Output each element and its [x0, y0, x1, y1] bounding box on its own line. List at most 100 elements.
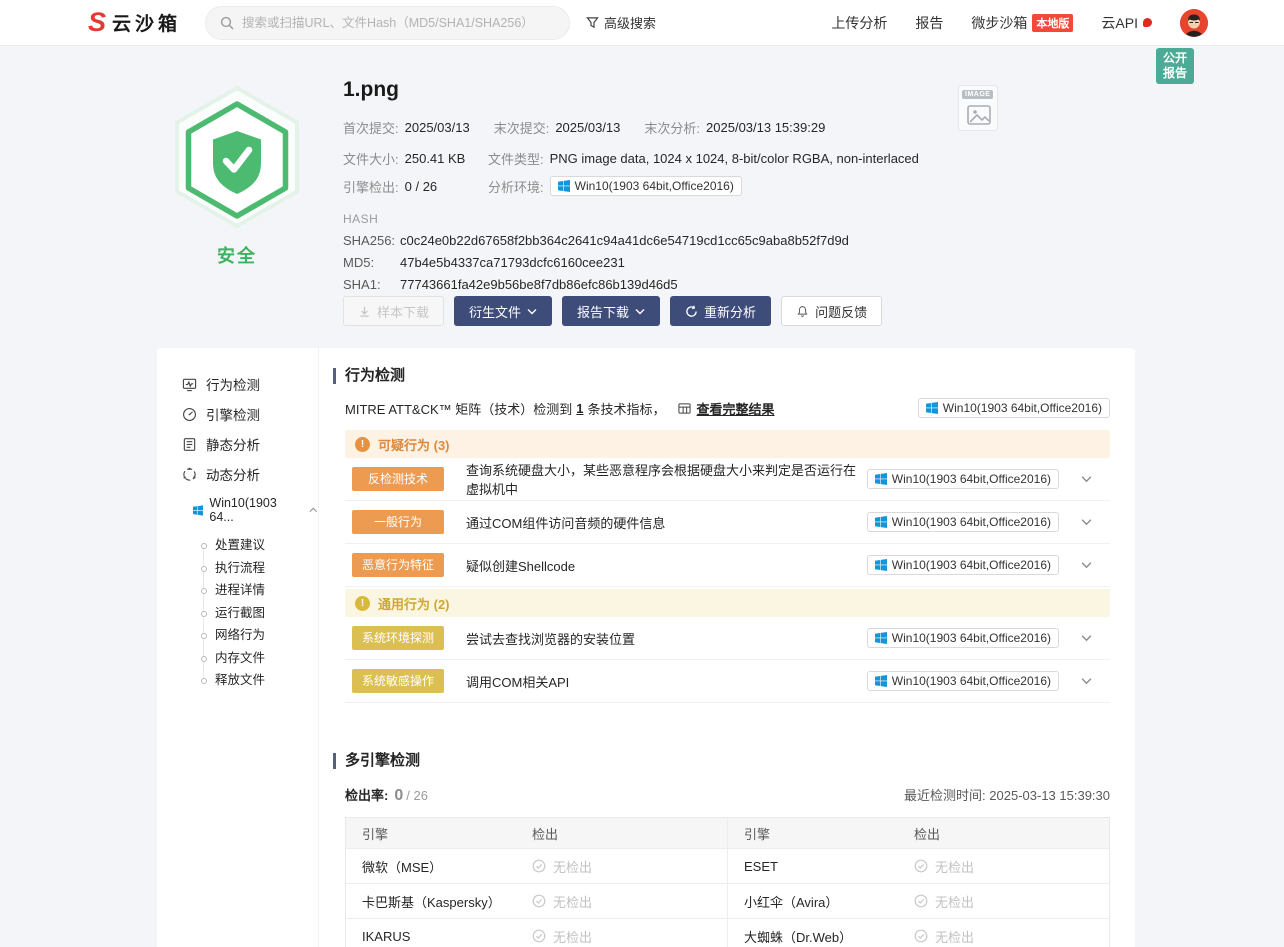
windows-logo-icon: [874, 516, 887, 528]
sidebar-subitem-process-detail[interactable]: 进程详情: [201, 579, 318, 602]
nav-reports[interactable]: 报告: [915, 13, 943, 33]
local-version-badge: 本地版: [1032, 13, 1074, 32]
sidebar-subitem-network[interactable]: 网络行为: [201, 624, 318, 647]
last-analysis-label: 末次分析:: [644, 121, 701, 136]
analysis-env-badge[interactable]: Win10(1903 64bit,Office2016): [549, 176, 742, 196]
user-avatar[interactable]: [1180, 8, 1208, 37]
engine-result: 无检出: [914, 857, 974, 876]
thumbnail-type-label: IMAGE: [962, 90, 994, 99]
sidebar-subitem-memory-files[interactable]: 内存文件: [201, 647, 318, 670]
behavior-row[interactable]: 系统敏感操作 调用COM相关API Win10(1903 64bit,Offic…: [345, 660, 1110, 703]
report-download-button[interactable]: 报告下载: [562, 296, 661, 326]
warning-icon: !: [355, 436, 370, 452]
sha256-label: SHA256:: [343, 233, 396, 248]
engine-table-row: 卡巴斯基（Kaspersky） 无检出 小红伞（Avira） 无检出: [346, 883, 1109, 918]
navbar-links: 上传分析 报告 微步沙箱 本地版 云API: [831, 8, 1208, 37]
row-env-badge[interactable]: Win10(1903 64bit,Office2016): [866, 555, 1059, 575]
behavior-desc: 调用COM相关API: [466, 674, 570, 690]
behavior-desc: 疑似创建Shellcode: [466, 558, 576, 574]
image-placeholder-icon: [967, 105, 991, 125]
md5-value: 47b4e5b4337ca71793dcfc6160cee231: [400, 255, 625, 270]
file-type-value: PNG image data, 1024 x 1024, 8-bit/color…: [549, 151, 919, 166]
search-bar[interactable]: [205, 5, 571, 40]
expand-chevron-icon[interactable]: [1081, 634, 1092, 642]
file-size-value: 250.41 KB: [404, 151, 466, 166]
sidebar-subitem-dropped-files[interactable]: 释放文件: [201, 669, 318, 692]
behavior-tag: 系统环境探测: [352, 626, 444, 650]
behavior-monitor-icon: [182, 378, 197, 391]
row-env-badge[interactable]: Win10(1903 64bit,Office2016): [866, 671, 1059, 691]
behavior-tag: 恶意行为特征: [352, 553, 444, 577]
last-submit-value: 2025/03/13: [555, 120, 621, 135]
engine-name: 大蜘蛛（Dr.Web）: [744, 929, 853, 945]
report-sidebar: 行为检测 引擎检测 静态分析 动态分析 Win10(1903 64... 处置建…: [157, 348, 319, 947]
nav-cloud-api[interactable]: 云API: [1101, 13, 1152, 33]
sidebar-subitem-disposal[interactable]: 处置建议: [201, 534, 318, 557]
sidebar-item-static[interactable]: 静态分析: [157, 436, 318, 453]
derived-files-button[interactable]: 衍生文件: [454, 296, 553, 326]
row-env-badge[interactable]: Win10(1903 64bit,Office2016): [866, 628, 1059, 648]
behavior-env-badge[interactable]: Win10(1903 64bit,Office2016): [917, 398, 1110, 418]
expand-chevron-icon[interactable]: [1081, 475, 1092, 483]
behavior-row[interactable]: 一般行为 通过COM组件访问音频的硬件信息 Win10(1903 64bit,O…: [345, 501, 1110, 544]
refresh-icon: [686, 305, 697, 317]
windows-logo-icon: [925, 402, 938, 414]
feedback-button[interactable]: 问题反馈: [781, 296, 883, 326]
row-env-badge[interactable]: Win10(1903 64bit,Office2016): [866, 512, 1059, 532]
sidebar-item-engine[interactable]: 引擎检测: [157, 406, 318, 423]
row-env-badge[interactable]: Win10(1903 64bit,Office2016): [866, 469, 1059, 489]
expand-chevron-icon[interactable]: [1081, 561, 1092, 569]
search-input[interactable]: [242, 15, 556, 30]
windows-logo-icon: [874, 675, 887, 687]
file-name: 1.png: [343, 78, 399, 101]
advanced-search-button[interactable]: 高级搜索: [586, 13, 656, 32]
top-navbar: S 云沙箱 高级搜索 上传分析 报告 微步沙箱 本地版 云API: [0, 0, 1284, 46]
dynamic-analysis-icon: [183, 467, 196, 481]
expand-chevron-icon[interactable]: [1081, 677, 1092, 685]
sample-download-button[interactable]: 样本下载: [343, 296, 445, 326]
windows-logo-icon: [557, 180, 570, 192]
behavior-desc: 尝试去查找浏览器的安装位置: [466, 631, 636, 647]
nav-upload-analysis[interactable]: 上传分析: [831, 13, 887, 33]
engine-name: ESET: [744, 858, 778, 874]
expand-chevron-icon[interactable]: [1081, 518, 1092, 526]
behavior-tag: 系统敏感操作: [352, 669, 444, 693]
brand-s-icon: S: [88, 7, 107, 37]
sidebar-item-behavior[interactable]: 行为检测: [157, 376, 318, 393]
brand-logo[interactable]: S 云沙箱: [88, 9, 181, 36]
engine-result: 无检出: [532, 857, 592, 876]
report-header: 公开 报告 安全 1.png 首次提交: 2025/03/13 末次提交: 2025…: [0, 46, 1284, 348]
sidebar-env-node[interactable]: Win10(1903 64...: [157, 496, 318, 524]
sidebar-env-children: 处置建议 执行流程 进程详情 运行截图 网络行为 内存文件 释放文件: [201, 534, 318, 692]
warning-icon: !: [355, 595, 370, 611]
nav-sandbox[interactable]: 微步沙箱 本地版: [971, 13, 1074, 33]
behavior-row[interactable]: 恶意行为特征 疑似创建Shellcode Win10(1903 64bit,Of…: [345, 544, 1110, 587]
behavior-row[interactable]: 反检测技术 查询系统硬盘大小，某些恶意程序会根据硬盘大小来判定是否运行在虚拟机中…: [345, 458, 1110, 501]
file-type-label: 文件类型:: [488, 152, 544, 167]
mitre-count: 1: [576, 400, 584, 416]
safe-hexagon-shield-icon: [175, 86, 299, 228]
windows-logo-icon: [874, 473, 887, 485]
windows-logo-icon: [193, 504, 204, 516]
engine-result: 无检出: [914, 892, 974, 911]
engine-name: 微软（MSE）: [362, 859, 443, 875]
engine-table-row: 微软（MSE） 无检出 ESET 无检出: [346, 848, 1109, 883]
file-thumbnail[interactable]: IMAGE: [958, 85, 998, 131]
chevron-up-icon[interactable]: [309, 507, 318, 513]
behavior-row[interactable]: 系统环境探测 尝试去查找浏览器的安装位置 Win10(1903 64bit,Of…: [345, 617, 1110, 660]
view-full-results-link[interactable]: 查看完整结果: [697, 399, 775, 418]
circle-check-icon: [532, 929, 546, 943]
sidebar-item-dynamic[interactable]: 动态分析: [157, 466, 318, 483]
public-report-tag[interactable]: 公开 报告: [1156, 48, 1195, 84]
first-submit-label: 首次提交:: [343, 121, 399, 136]
windows-logo-icon: [874, 559, 887, 571]
first-submit-value: 2025/03/13: [404, 120, 470, 135]
behavior-desc: 查询系统硬盘大小，某些恶意程序会根据硬盘大小来判定是否运行在虚拟机中: [466, 463, 857, 497]
sidebar-subitem-exec-flow[interactable]: 执行流程: [201, 557, 318, 580]
engine-name: IKARUS: [362, 928, 411, 944]
chevron-down-icon: [635, 308, 645, 314]
reanalyze-button[interactable]: 重新分析: [670, 296, 772, 326]
engine-name: 小红伞（Avira）: [744, 894, 839, 910]
sidebar-subitem-screenshots[interactable]: 运行截图: [201, 602, 318, 625]
sha256-value: c0c24e0b22d67658f2bb364c2641c94a41dc6e54…: [400, 233, 849, 248]
